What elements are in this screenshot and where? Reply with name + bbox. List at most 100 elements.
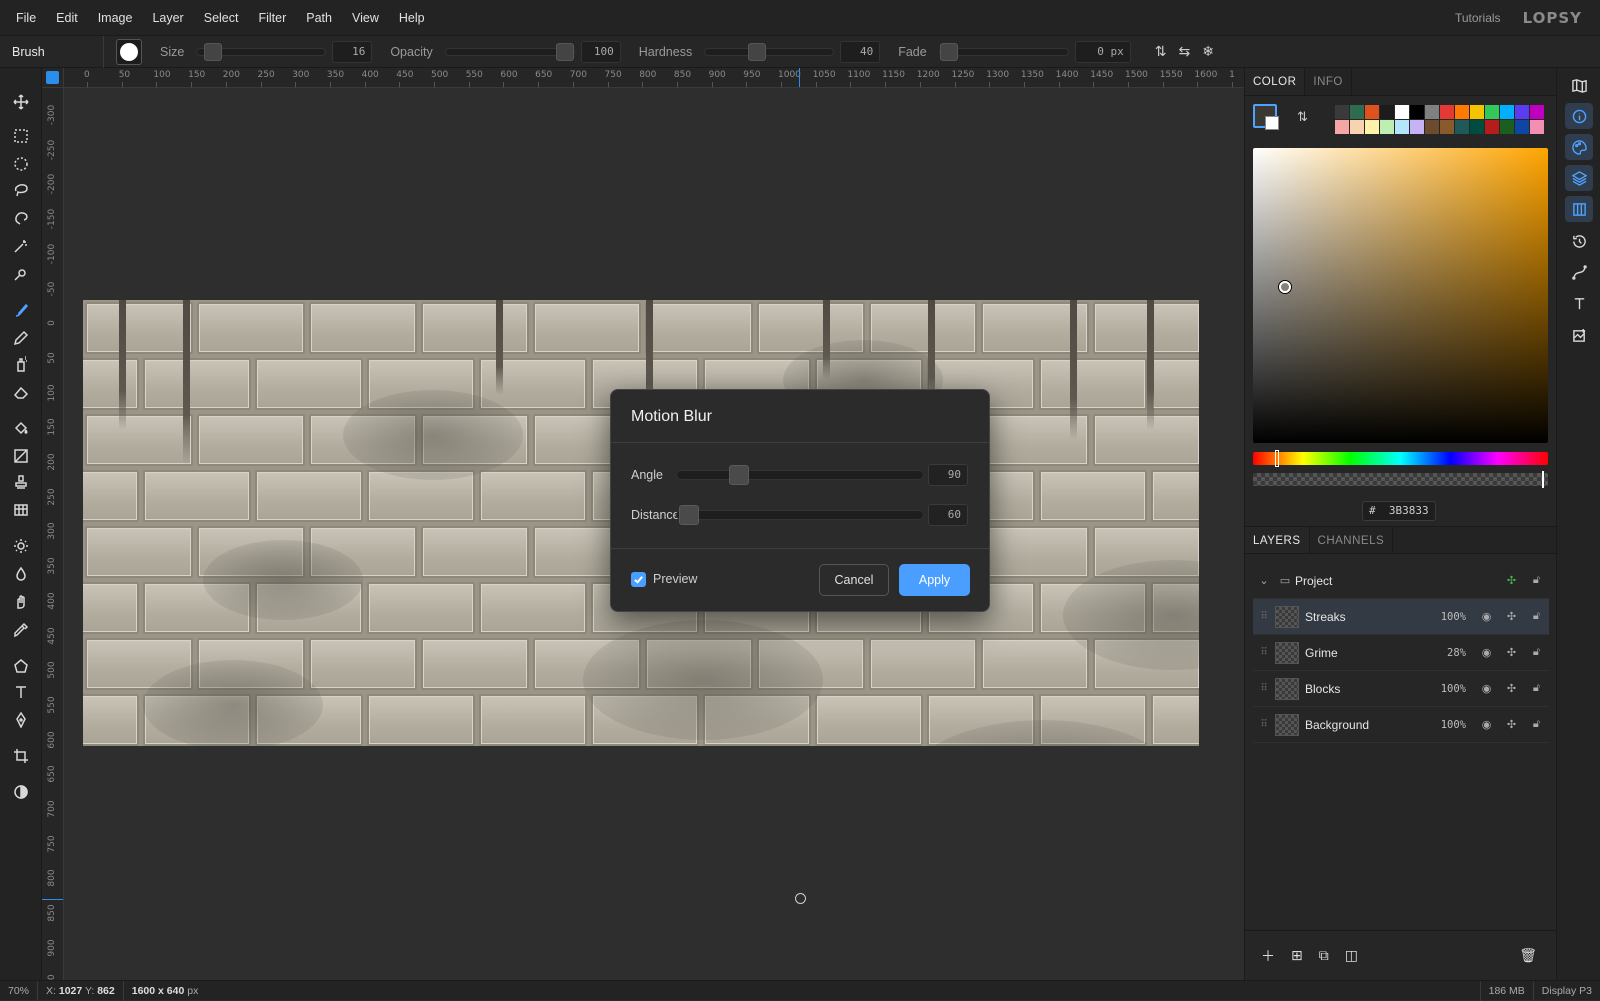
fx-icon[interactable]: ✣	[1499, 682, 1524, 695]
menu-help[interactable]: Help	[389, 0, 435, 36]
hex-input[interactable]: # 3B3833	[1362, 501, 1436, 521]
drag-handle-icon[interactable]: ⠿	[1253, 647, 1275, 658]
size-value[interactable]: 16	[332, 40, 373, 63]
flip-horizontal-icon[interactable]: ⇆	[1178, 43, 1190, 60]
palette-swatch[interactable]	[1365, 105, 1379, 119]
angle-value[interactable]: 90	[928, 464, 968, 486]
stamp-icon[interactable]	[7, 470, 35, 494]
layer-name[interactable]: Grime	[1305, 646, 1428, 660]
eraser-icon[interactable]	[7, 380, 35, 404]
eye-icon[interactable]: ◉	[1474, 682, 1499, 695]
rect-select-icon[interactable]	[7, 124, 35, 148]
cancel-button[interactable]: Cancel	[819, 564, 889, 596]
palette-swatch[interactable]	[1500, 105, 1514, 119]
layer-name[interactable]: Blocks	[1305, 682, 1428, 696]
crop-icon[interactable]	[7, 744, 35, 768]
pencil-icon[interactable]	[7, 326, 35, 350]
menu-file[interactable]: File	[6, 0, 46, 36]
distance-slider-thumb[interactable]	[679, 505, 700, 525]
columns-icon[interactable]	[1565, 196, 1593, 222]
brush-icon[interactable]	[7, 298, 35, 322]
tutorials-link[interactable]: Tutorials	[1455, 11, 1501, 25]
gradient-icon[interactable]	[7, 444, 35, 468]
ruler-horizontal[interactable]: 0 50 100 150 200 250 300 350 400 450 500 550 600 650 7…	[64, 68, 1244, 88]
palette-swatch[interactable]	[1335, 120, 1349, 134]
menu-select[interactable]: Select	[194, 0, 249, 36]
add-layer-icon[interactable]: ＋	[1261, 946, 1275, 966]
pen-icon[interactable]	[7, 708, 35, 732]
info-icon[interactable]	[1565, 103, 1593, 129]
image-add-icon[interactable]	[1565, 322, 1593, 348]
preview-checkbox[interactable]	[631, 572, 646, 587]
delete-layer-icon[interactable]: 🗑︎	[1519, 947, 1537, 964]
new-group-icon[interactable]: ⊞	[1291, 947, 1303, 964]
drag-handle-icon[interactable]: ⠿	[1253, 683, 1275, 694]
burn-icon[interactable]	[7, 562, 35, 586]
pattern-icon[interactable]	[7, 498, 35, 522]
palette-swatch[interactable]	[1425, 120, 1439, 134]
palette-swatch[interactable]	[1440, 105, 1454, 119]
layers-icon[interactable]	[1565, 165, 1593, 191]
hardness-slider[interactable]	[704, 42, 835, 61]
opacity-slider[interactable]	[444, 42, 575, 61]
menu-layer[interactable]: Layer	[142, 0, 193, 36]
tab-layers[interactable]: LAYERS	[1245, 527, 1310, 553]
chevron-down-icon[interactable]: ⌄	[1253, 574, 1275, 587]
eyedropper-icon[interactable]	[7, 618, 35, 642]
palette-swatch[interactable]	[1365, 120, 1379, 134]
tab-color[interactable]: COLOR	[1245, 68, 1306, 95]
quick-select-icon[interactable]	[7, 262, 35, 286]
palette-swatch[interactable]	[1380, 120, 1394, 134]
magic-wand-icon[interactable]	[7, 234, 35, 258]
palette-swatch[interactable]	[1350, 120, 1364, 134]
distance-slider[interactable]	[676, 505, 924, 525]
layer-row[interactable]: ⠿ Background 100% ◉ ✣ 🔓︎	[1253, 707, 1549, 743]
bucket-icon[interactable]	[7, 416, 35, 440]
layer-row[interactable]: ⠿ Blocks 100% ◉ ✣ 🔓︎	[1253, 671, 1549, 707]
drag-handle-icon[interactable]: ⠿	[1253, 719, 1275, 730]
saturation-value-picker[interactable]	[1253, 148, 1548, 443]
map-icon[interactable]	[1565, 72, 1593, 98]
lasso-icon[interactable]	[7, 178, 35, 202]
menu-filter[interactable]: Filter	[248, 0, 296, 36]
distance-value[interactable]: 60	[928, 504, 968, 526]
layer-opacity[interactable]: 100%	[1428, 683, 1466, 695]
apply-button[interactable]: Apply	[899, 564, 970, 596]
palette-swatch[interactable]	[1410, 105, 1424, 119]
fx-icon[interactable]: ✣	[1499, 718, 1524, 731]
palette-swatch[interactable]	[1455, 120, 1469, 134]
size-slider-thumb[interactable]	[203, 42, 222, 61]
fade-slider-thumb[interactable]	[939, 42, 958, 61]
lock-icon[interactable]: 🔓︎	[1524, 646, 1549, 659]
text-icon[interactable]	[7, 680, 35, 704]
palette-swatch[interactable]	[1410, 120, 1424, 134]
fx-icon[interactable]: ✣	[1499, 610, 1524, 623]
palette-swatch[interactable]	[1350, 105, 1364, 119]
lock-icon[interactable]: 🔓︎	[1524, 574, 1549, 587]
palette-swatch[interactable]	[1395, 120, 1409, 134]
magnetic-lasso-icon[interactable]	[7, 206, 35, 230]
palette-icon[interactable]	[1565, 134, 1593, 160]
zoom-level[interactable]: 70%	[0, 980, 39, 1001]
symmetry-radial-icon[interactable]: ❄	[1202, 43, 1214, 60]
layer-name[interactable]: Streaks	[1305, 610, 1428, 624]
smudge-icon[interactable]	[7, 590, 35, 614]
lock-icon[interactable]: 🔓︎	[1524, 610, 1549, 623]
alpha-slider[interactable]	[1253, 473, 1548, 486]
palette-swatch[interactable]	[1335, 105, 1349, 119]
lock-icon[interactable]: 🔓︎	[1524, 682, 1549, 695]
hue-slider-thumb[interactable]	[1275, 450, 1279, 467]
brush-preview[interactable]	[116, 38, 142, 65]
hue-slider[interactable]	[1253, 452, 1548, 465]
flip-vertical-icon[interactable]: ⇅	[1155, 43, 1167, 60]
fx-enabled-icon[interactable]: ✣	[1499, 574, 1524, 587]
layer-row[interactable]: ⠿ Streaks 100% ◉ ✣ 🔓︎	[1253, 599, 1549, 635]
preview-label[interactable]: Preview	[653, 572, 697, 586]
color-profile[interactable]: Display P3	[1532, 980, 1600, 1001]
palette-swatch[interactable]	[1500, 120, 1514, 134]
menu-view[interactable]: View	[342, 0, 389, 36]
ellipse-select-icon[interactable]	[7, 152, 35, 176]
layer-name[interactable]: Background	[1305, 718, 1428, 732]
palette-swatch[interactable]	[1485, 105, 1499, 119]
hardness-value[interactable]: 40	[840, 40, 881, 63]
